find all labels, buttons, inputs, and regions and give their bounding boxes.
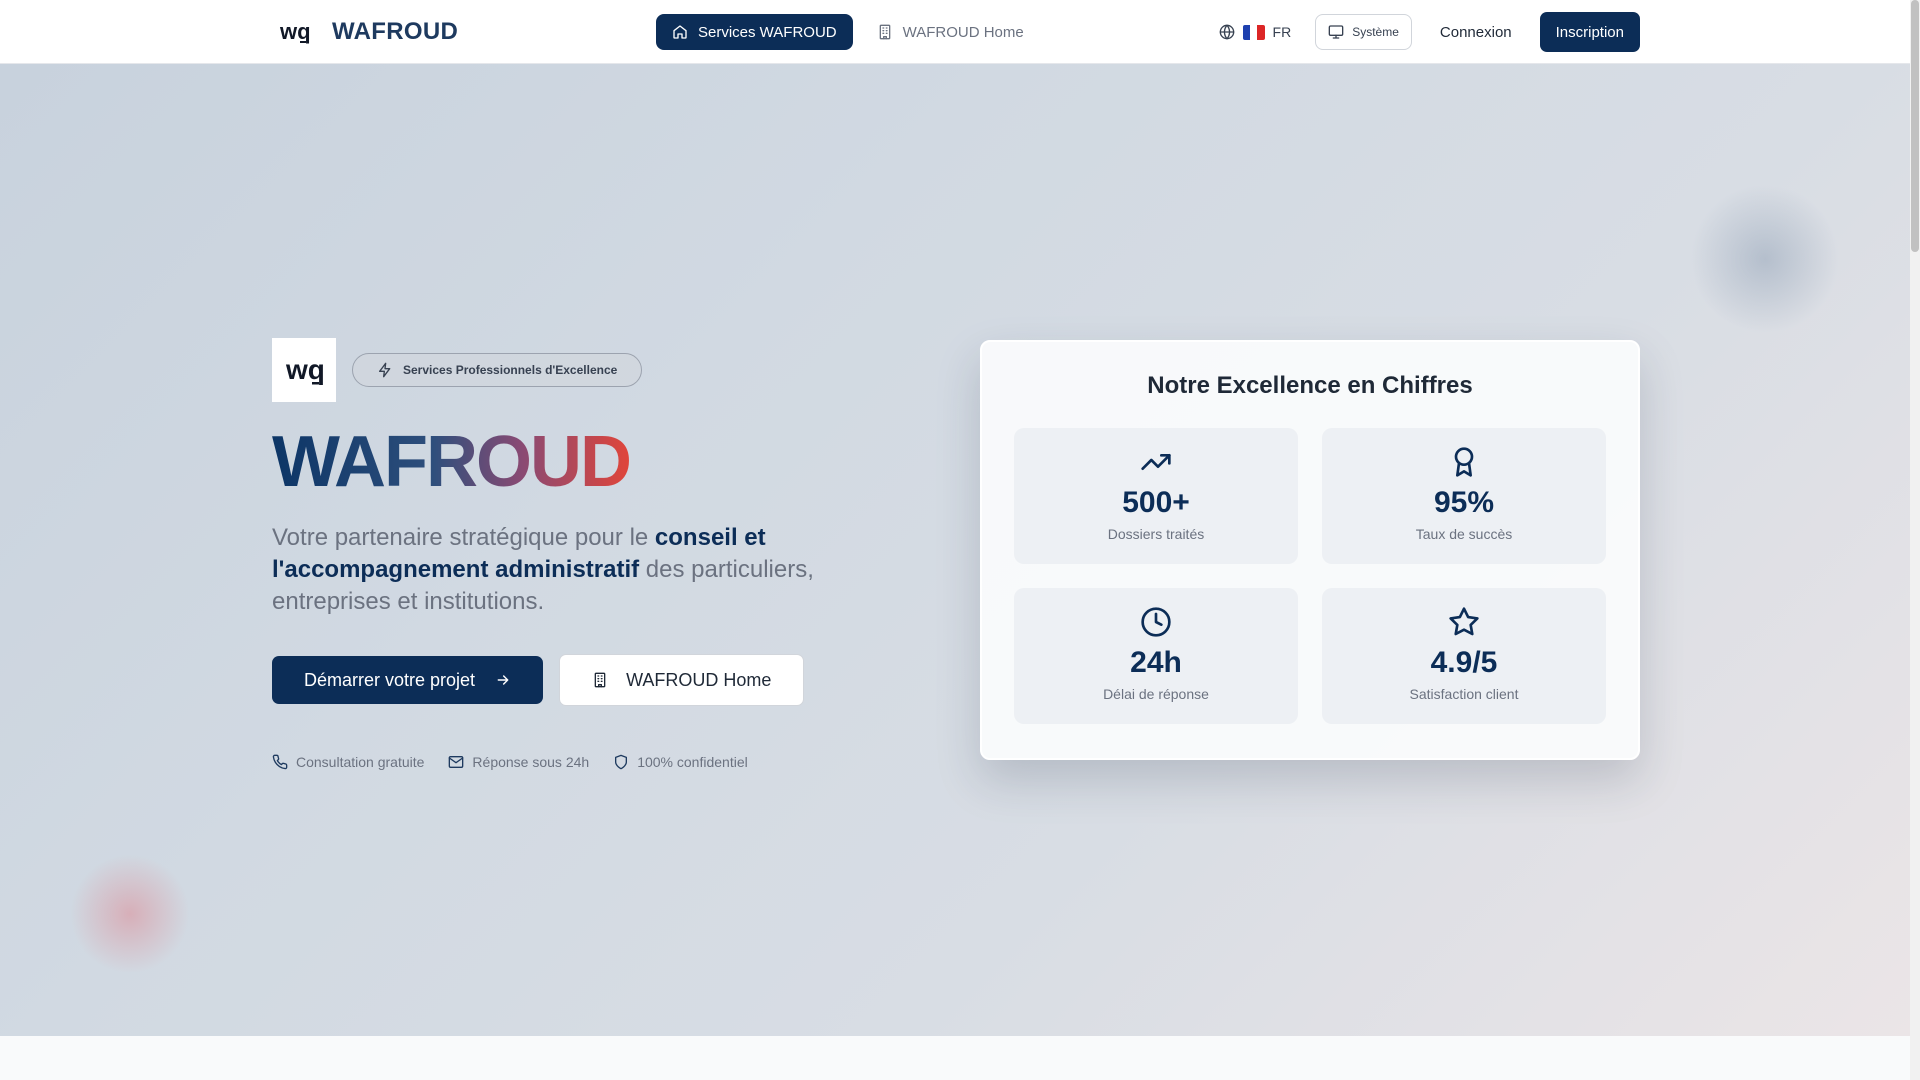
stat-value: 4.9/5 xyxy=(1430,646,1498,679)
svg-text:wq: wq xyxy=(285,354,325,385)
top-navbar: wq WAFROUD Services WAFROUD WAFROUD Home xyxy=(0,0,1910,64)
cta-row: Démarrer votre projet WAFROUD Home xyxy=(272,654,872,706)
mail-icon xyxy=(449,756,464,768)
page-scrollbar[interactable] xyxy=(1910,0,1920,1080)
hero-badge-row: wq Services Professionnels d'Excellence xyxy=(272,338,872,402)
shield-icon xyxy=(615,754,628,770)
nav-services-button[interactable]: Services WAFROUD xyxy=(656,14,853,50)
monitor-icon xyxy=(1328,25,1344,39)
theme-toggle-button[interactable]: Système xyxy=(1315,14,1412,50)
building-icon xyxy=(594,672,606,688)
services-badge: Services Professionnels d'Excellence xyxy=(352,353,643,387)
feature-label: Réponse sous 24h xyxy=(472,754,590,770)
stat-card: 500+ Dossiers traités xyxy=(1014,428,1298,564)
feature-label: 100% confidentiel xyxy=(637,754,748,770)
nav-home-link[interactable]: WAFROUD Home xyxy=(861,14,1040,50)
stat-label: Dossiers traités xyxy=(1107,526,1205,542)
next-section xyxy=(0,1036,1910,1080)
award-icon xyxy=(1454,447,1474,477)
theme-label: Système xyxy=(1352,25,1399,39)
hero-description: Votre partenaire stratégique pour le con… xyxy=(272,524,814,615)
zap-icon xyxy=(379,362,391,378)
france-flag-icon xyxy=(1242,24,1265,40)
feature-item: 100% confidentiel xyxy=(613,754,748,770)
stat-value: 500+ xyxy=(1122,486,1190,519)
decorative-blob xyxy=(70,854,190,974)
start-project-button[interactable]: Démarrer votre projet xyxy=(272,656,544,704)
building-icon xyxy=(879,24,890,40)
feature-label: Consultation gratuite xyxy=(296,754,425,770)
stat-card: 95% Taux de succès xyxy=(1322,428,1606,564)
nav-services-label: Services WAFROUD xyxy=(698,23,837,41)
feature-item: Consultation gratuite xyxy=(272,754,424,770)
stats-title: Notre Excellence en Chiffres xyxy=(1147,372,1473,399)
hero-logo-icon: wq xyxy=(272,338,336,402)
services-badge-label: Services Professionnels d'Excellence xyxy=(403,363,618,377)
svg-text:wq: wq xyxy=(279,19,311,44)
stat-label: Taux de succès xyxy=(1415,526,1513,542)
brand[interactable]: wq WAFROUD xyxy=(278,14,458,50)
hero-title: WAFROUD xyxy=(272,422,630,502)
trending-up-icon xyxy=(1141,454,1171,470)
feature-item: Réponse sous 24h xyxy=(448,754,589,770)
home-icon xyxy=(673,25,687,39)
main-nav: Services WAFROUD WAFROUD Home xyxy=(656,14,1040,50)
star-icon xyxy=(1449,607,1479,636)
feature-list: Consultation gratuite Réponse sous 24h 1… xyxy=(272,754,872,770)
stat-label: Délai de réponse xyxy=(1103,686,1209,702)
language-code: FR xyxy=(1272,24,1292,40)
scrollbar-thumb[interactable] xyxy=(1911,0,1919,252)
brand-logo-icon: wq xyxy=(278,15,312,49)
clock-icon xyxy=(1141,607,1171,637)
wafroud-home-button[interactable]: WAFROUD Home xyxy=(559,654,805,706)
wafroud-home-label: WAFROUD Home xyxy=(626,669,772,690)
arrow-right-icon xyxy=(497,675,509,685)
stats-card: Notre Excellence en Chiffres 500+ Dossie… xyxy=(980,340,1640,760)
phone-icon xyxy=(272,754,288,770)
stat-label: Satisfaction client xyxy=(1409,686,1519,702)
brand-name: WAFROUD xyxy=(332,18,459,45)
start-project-label: Démarrer votre projet xyxy=(304,669,476,690)
decorative-blob xyxy=(1690,184,1840,334)
stats-grid: 500+ Dossiers traités 95% Taux de succès… xyxy=(1014,428,1606,724)
stat-card: 24h Délai de réponse xyxy=(1014,588,1298,724)
globe-icon xyxy=(1219,24,1234,40)
stat-value: 95% xyxy=(1433,486,1495,519)
nav-home-label: WAFROUD Home xyxy=(902,23,1024,41)
stat-value: 24h xyxy=(1130,646,1182,679)
language-selector[interactable]: FR xyxy=(1211,14,1300,50)
hero-content: wq Services Professionnels d'Excellence … xyxy=(272,338,872,770)
header-actions: FR Système Connexion Inscription xyxy=(1211,12,1640,52)
login-button[interactable]: Connexion xyxy=(1428,13,1524,51)
signup-button[interactable]: Inscription xyxy=(1539,12,1640,52)
stat-card: 4.9/5 Satisfaction client xyxy=(1322,588,1606,724)
